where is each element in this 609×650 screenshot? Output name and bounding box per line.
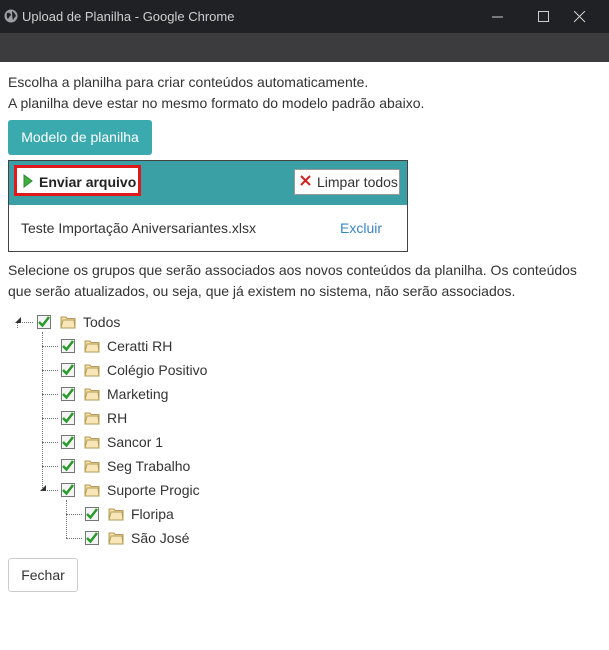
checkbox-checked-icon[interactable] (61, 387, 75, 401)
tree-node-label: Ceratti RH (107, 338, 173, 354)
checkbox-checked-icon[interactable] (85, 531, 99, 545)
minimize-icon (492, 16, 503, 18)
tree-node-label: Suporte Progic (107, 482, 200, 498)
checkbox-checked-icon[interactable] (61, 339, 75, 353)
tree-node-label: São José (131, 530, 190, 546)
folder-icon (84, 364, 100, 377)
close-window-button[interactable] (560, 4, 600, 30)
tree-connector (66, 514, 82, 515)
folder-icon (84, 484, 100, 497)
folder-icon (60, 316, 76, 329)
tree-connector (66, 538, 82, 539)
maximize-icon (538, 11, 549, 22)
checkbox-checked-icon[interactable] (61, 411, 75, 425)
tab-strip (0, 33, 609, 62)
folder-icon (84, 388, 100, 401)
collapse-arrow-icon[interactable] (40, 485, 47, 492)
tree-connector (42, 418, 58, 419)
window-title: Upload de Planilha - Google Chrome (22, 9, 235, 24)
tree-node-label: Marketing (107, 386, 169, 402)
close-button[interactable]: Fechar (8, 558, 78, 592)
tree-node-label: Sancor 1 (107, 434, 164, 450)
maximize-button[interactable] (524, 4, 564, 30)
minimize-button[interactable] (478, 4, 518, 30)
tree-node-label: Seg Trabalho (107, 458, 191, 474)
folder-icon (84, 436, 100, 449)
tree-connector (66, 500, 67, 538)
folder-icon (84, 412, 100, 425)
tree-connector (42, 370, 58, 371)
checkbox-checked-icon[interactable] (37, 315, 51, 329)
groups-tree: Todos Ceratti RH Colégio Positivo Market… (0, 62, 609, 650)
tree-connector (42, 442, 58, 443)
checkbox-checked-icon[interactable] (85, 507, 99, 521)
tree-node-label: RH (107, 410, 128, 426)
collapse-arrow-icon[interactable] (15, 317, 22, 324)
globe-icon (4, 9, 18, 23)
tree-node-label: Todos (83, 314, 121, 330)
tree-connector (42, 466, 58, 467)
tree-node-label: Colégio Positivo (107, 362, 208, 378)
checkbox-checked-icon[interactable] (61, 459, 75, 473)
checkbox-checked-icon[interactable] (61, 435, 75, 449)
folder-icon (84, 340, 100, 353)
folder-icon (108, 508, 124, 521)
tree-node-label: Floripa (131, 506, 174, 522)
folder-icon (108, 532, 124, 545)
close-icon (574, 11, 586, 23)
tree-connector (42, 394, 58, 395)
checkbox-checked-icon[interactable] (61, 363, 75, 377)
dialog-content: Escolha a planilha para criar conteúdos … (0, 62, 609, 650)
checkbox-checked-icon[interactable] (61, 483, 75, 497)
folder-icon (84, 460, 100, 473)
browser-titlebar: Upload de Planilha - Google Chrome (0, 0, 609, 33)
tree-connector (42, 346, 58, 347)
